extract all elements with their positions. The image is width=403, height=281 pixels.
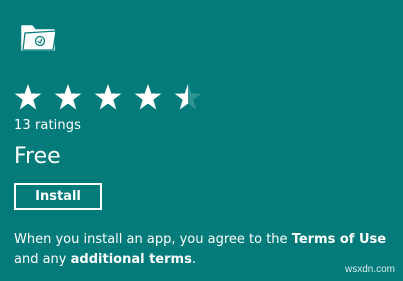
star-icon	[14, 84, 42, 110]
star-icon	[94, 84, 122, 110]
star-icon	[54, 84, 82, 110]
price-label: Free	[14, 144, 61, 169]
terms-notice: When you install an app, you agree to th…	[14, 230, 399, 270]
star-icon	[134, 84, 162, 110]
rating-stars	[14, 84, 202, 110]
install-button[interactable]: Install	[14, 183, 102, 210]
terms-suffix: .	[191, 252, 196, 267]
app-icon	[20, 22, 58, 52]
additional-terms-link[interactable]: additional terms	[71, 252, 192, 267]
ratings-count: 13 ratings	[14, 118, 81, 133]
terms-prefix: When you install an app, you agree to th…	[14, 232, 288, 247]
star-icon	[174, 84, 202, 110]
watermark: wsxdn.com	[344, 264, 395, 275]
terms-middle: and any	[14, 252, 67, 267]
folder-icon	[21, 25, 57, 51]
terms-of-use-link[interactable]: Terms of Use	[292, 232, 386, 247]
